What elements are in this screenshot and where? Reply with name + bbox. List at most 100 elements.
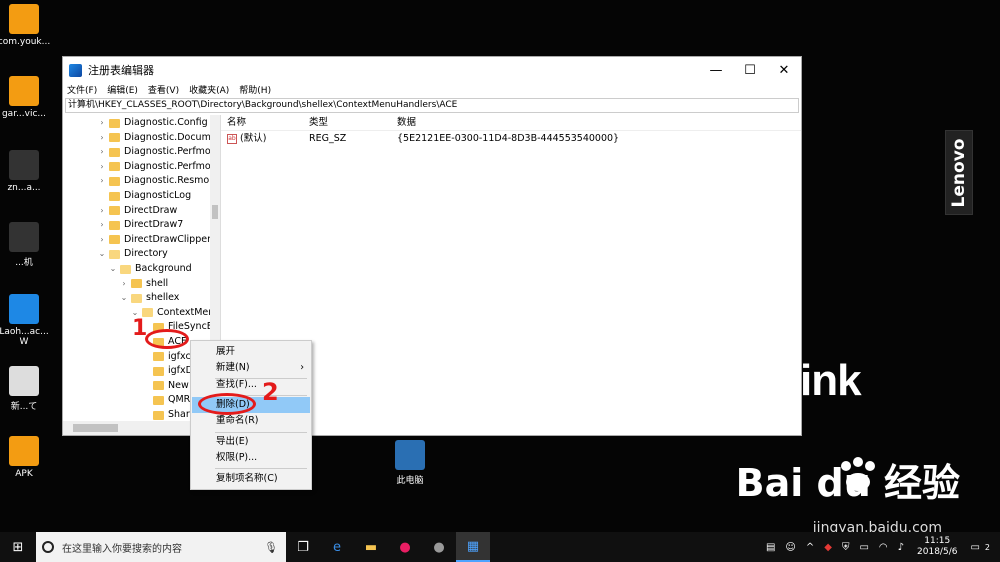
antivirus-icon[interactable]: ◆ [824, 542, 832, 553]
chevron-right-icon[interactable]: › [97, 131, 107, 145]
maximize-button[interactable]: ☐ [733, 63, 767, 78]
tree-item-label: DirectDrawClipper [124, 233, 211, 245]
tree-item-label: Diagnostic.Config [124, 117, 208, 128]
tree-item[interactable]: › DirectDraw [97, 204, 177, 218]
volume-icon[interactable]: ♪ [898, 542, 904, 553]
column-type[interactable]: 类型 [309, 115, 397, 130]
chevron-right-icon[interactable]: › [97, 204, 107, 218]
chevron-right-icon[interactable]: › [97, 174, 107, 188]
chevron-down-icon[interactable]: ⌄ [108, 262, 118, 276]
tree-item[interactable]: ⌄ Directory [97, 247, 168, 261]
chevron-right-icon[interactable]: › [97, 116, 107, 130]
folder-icon [109, 249, 120, 259]
desktop-icon[interactable]: zn...a... [0, 150, 54, 193]
column-name[interactable]: 名称 [221, 115, 309, 130]
tree-item[interactable]: › Diagnostic.Perfmon.C [97, 145, 220, 159]
folder-icon [109, 147, 120, 157]
people-icon[interactable]: ☺ [785, 542, 795, 553]
tree-item[interactable]: ⌄ shellex [119, 291, 180, 305]
menu-edit[interactable]: 编辑(E) [107, 83, 138, 97]
wifi-icon[interactable]: ◠ [879, 542, 888, 553]
app-icon [9, 366, 39, 396]
task-view-button[interactable]: ❐ [286, 532, 320, 562]
ctx-permissions[interactable]: 权限(P)... [192, 450, 310, 466]
table-row[interactable]: ab (默认) REG_SZ {5E2121EE-0300-11D4-8D3B-4… [221, 131, 801, 147]
taskbar-search[interactable]: 在这里输入你要搜索的内容 🎙 [36, 532, 286, 562]
ctx-rename[interactable]: 重命名(R) [192, 413, 310, 429]
chevron-down-icon[interactable]: ⌄ [97, 247, 107, 261]
column-data[interactable]: 数据 [397, 115, 801, 130]
tree-item[interactable]: igfxcu [141, 350, 197, 364]
regedit-icon: ▦ [466, 538, 480, 554]
explorer-button[interactable]: ▬ [354, 532, 388, 562]
desktop-icon-label: zn...a... [7, 183, 41, 193]
regedit-taskbar-button[interactable]: ▦ [456, 532, 490, 562]
menu-file[interactable]: 文件(F) [67, 83, 97, 97]
this-pc-label: 此电脑 [396, 476, 424, 486]
tree-item[interactable]: › Diagnostic.Config [97, 116, 208, 130]
ctx-expand[interactable]: 展开 [192, 344, 310, 360]
tree-item[interactable]: QMRe [141, 393, 196, 407]
app-icon [9, 4, 39, 34]
desktop-icon[interactable]: 新...て [0, 366, 54, 412]
desktop-icon[interactable]: com.youk... [0, 4, 54, 47]
values-header: 名称 类型 数据 [221, 115, 801, 131]
chevron-right-icon[interactable]: › [119, 277, 129, 291]
chevron-right-icon[interactable]: › [97, 218, 107, 232]
clock[interactable]: 11:15 2018/5/6 [917, 536, 957, 558]
edge-button[interactable]: e [320, 532, 354, 562]
baidu-jingyan-logo: Bai du 经验 [735, 461, 960, 505]
chevron-right-icon[interactable]: › [97, 160, 107, 174]
address-bar[interactable]: 计算机\HKEY_CLASSES_ROOT\Directory\Backgrou… [65, 98, 799, 113]
security-icon[interactable]: ⛨ [842, 542, 850, 553]
this-pc-icon[interactable]: 此电脑 [380, 440, 440, 486]
keyboard-icon[interactable]: ▤ [766, 542, 775, 553]
regedit-icon [69, 63, 82, 77]
ctx-new[interactable]: 新建(N) › [192, 360, 310, 376]
menu-help[interactable]: 帮助(H) [239, 83, 271, 97]
folder-icon [109, 118, 120, 128]
desktop-icon[interactable]: APK [0, 436, 54, 479]
start-button[interactable]: ⊞ [0, 532, 36, 562]
tree-item[interactable]: › DirectDraw7 [97, 218, 183, 232]
close-button[interactable]: ✕ [767, 63, 801, 78]
app-button-gray[interactable]: ● [422, 532, 456, 562]
tree-item[interactable]: › Diagnostic.Document [97, 131, 220, 145]
folder-icon [120, 264, 131, 274]
notification-icon[interactable]: ▭ 2 [970, 542, 995, 553]
chevron-right-icon[interactable]: › [97, 233, 107, 247]
menu-view[interactable]: 查看(V) [148, 83, 179, 97]
tree-item[interactable]: ⌄ Background [108, 262, 192, 276]
tree-item-label: DiagnosticLog [124, 190, 192, 201]
context-menu: 展开 新建(N) › 查找(F)... 删除(D) 重命名(R) 导出(E) 权限… [190, 340, 312, 490]
chevron-up-icon[interactable]: ^ [806, 542, 814, 553]
menu-favorites[interactable]: 收藏夹(A) [189, 83, 229, 97]
chevron-right-icon[interactable]: › [97, 145, 107, 159]
desktop-icon[interactable]: ...机 [0, 222, 54, 268]
tree-item[interactable]: New [141, 379, 189, 393]
desktop-icon[interactable]: Laoh...ac... W [0, 294, 54, 347]
app-button-color[interactable]: ● [388, 532, 422, 562]
desktop-icon[interactable]: gar...vic... [0, 76, 54, 119]
lenovo-logo: Lenovo [945, 130, 973, 215]
minimize-button[interactable]: — [699, 63, 733, 78]
ctx-find[interactable]: 查找(F)... [192, 377, 310, 393]
notification-count: 2 [984, 542, 990, 552]
tree-item[interactable]: › shell [119, 277, 168, 291]
tree-item[interactable]: › Diagnostic.Perfmon.D [97, 160, 220, 174]
ctx-copy-key-name[interactable]: 复制项名称(C) [192, 471, 310, 487]
tree-item[interactable]: DiagnosticLog [97, 189, 191, 203]
chevron-down-icon[interactable]: ⌄ [119, 291, 129, 305]
clock-time: 11:15 [924, 536, 951, 546]
annotation-number-one: 1 [132, 316, 148, 341]
title-bar[interactable]: 注册表编辑器 — ☐ ✕ [63, 57, 801, 83]
value-type: REG_SZ [309, 133, 347, 144]
tree-item[interactable]: › DirectDrawClipper [97, 233, 211, 247]
color-wheel-icon: ● [399, 539, 411, 555]
app-icon [9, 436, 39, 466]
app-icon [9, 150, 39, 180]
tree-item[interactable]: › Diagnostic.Resmon.C [97, 174, 220, 188]
microphone-icon[interactable]: 🎙 [264, 541, 278, 554]
battery-icon[interactable]: ▭ [859, 542, 868, 553]
ctx-export[interactable]: 导出(E) [192, 434, 310, 450]
